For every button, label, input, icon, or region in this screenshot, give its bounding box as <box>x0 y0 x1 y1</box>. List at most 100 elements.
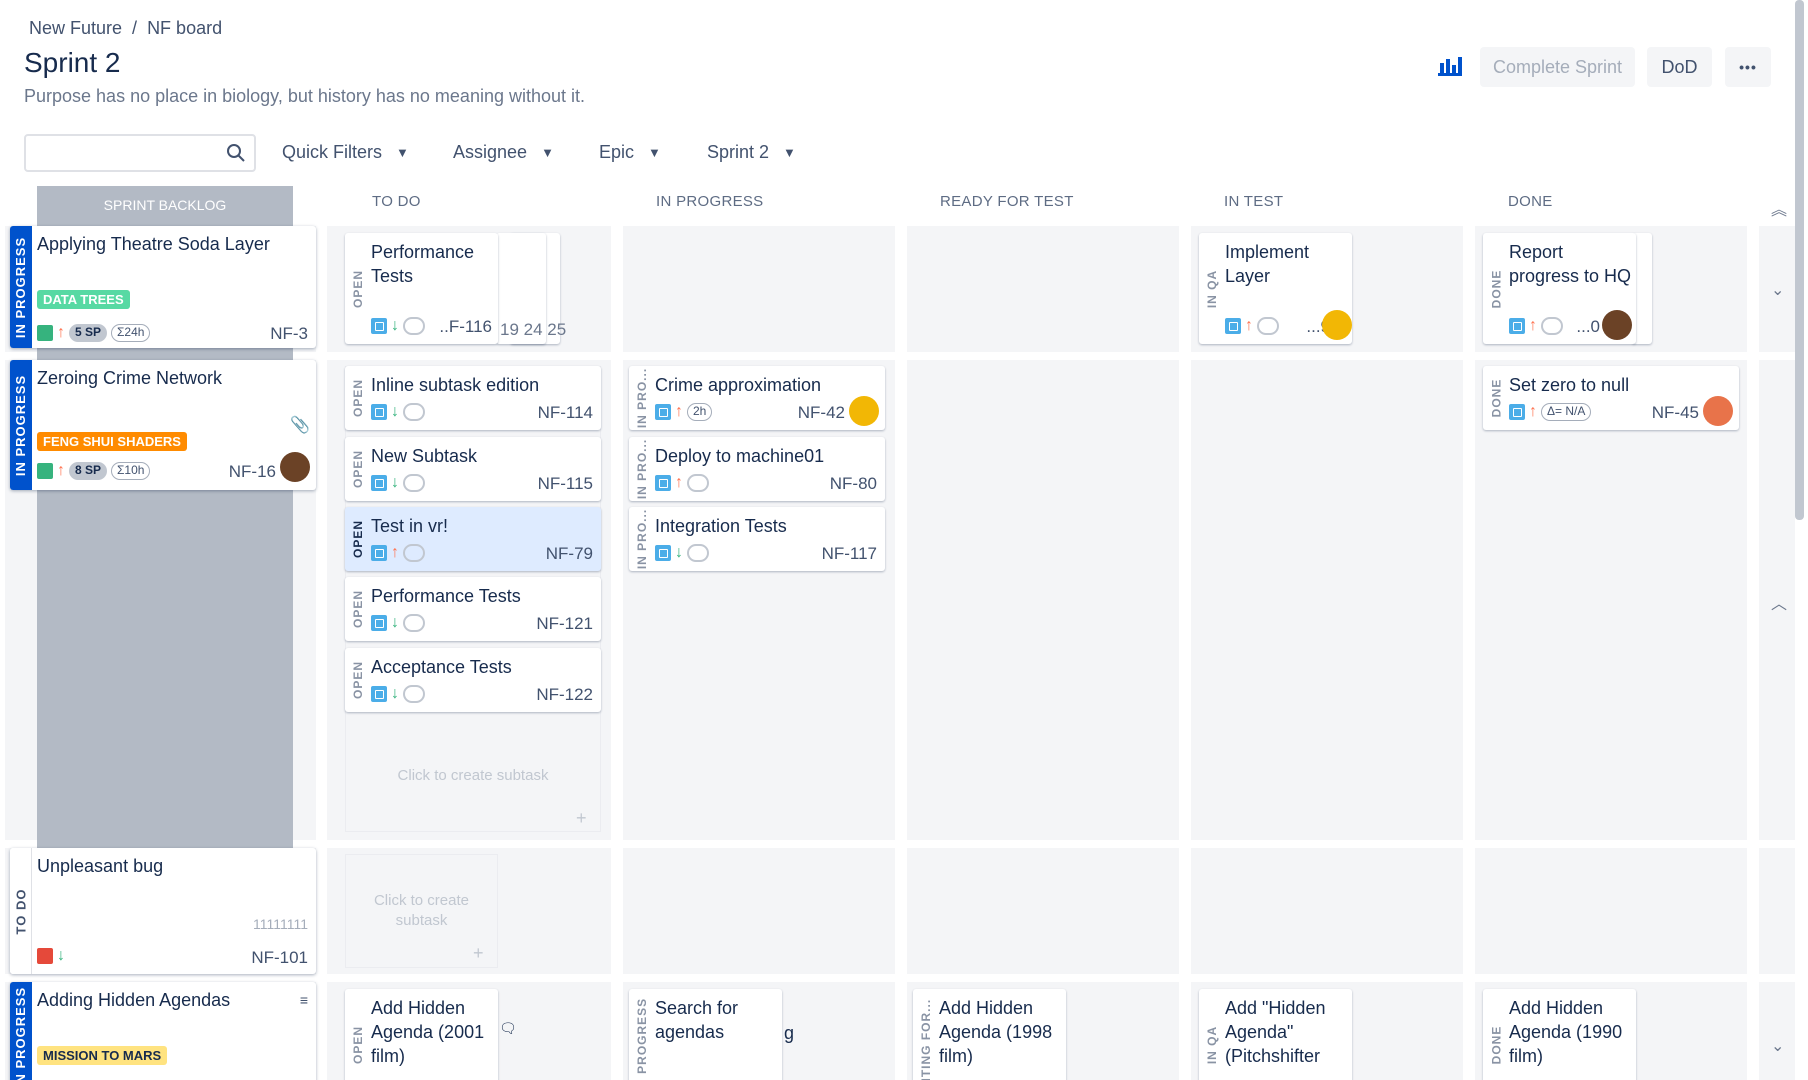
issue-key[interactable]: NF-16 <box>229 462 276 482</box>
column-header-sprint-backlog: SPRINT BACKLOG <box>37 186 293 224</box>
issue-key[interactable]: NF-45 <box>1652 403 1699 423</box>
parent-title: Unpleasant bug <box>37 856 164 876</box>
add-subtask-button[interactable]: + <box>576 808 587 829</box>
issue-key[interactable]: NF-114 <box>538 403 593 423</box>
page-title: Sprint 2 <box>24 47 121 78</box>
card-icons: ↓ <box>371 614 425 632</box>
dod-button[interactable]: DoD <box>1647 47 1712 87</box>
chevron-down-icon[interactable]: ⌄ <box>1771 280 1784 300</box>
epic-badge: MISSION TO MARS <box>37 1046 168 1065</box>
issue-key[interactable]: NF-117 <box>822 544 877 564</box>
subtask-card-nf-115[interactable]: OPEN New Subtask ↓ NF-115 <box>345 437 601 501</box>
subtask-card-1998-film[interactable]: AITING FOR... Add Hidden Agenda (1998 fi… <box>913 989 1066 1080</box>
custom-field-value: 11111111 <box>252 916 308 932</box>
parent-card-hidden-agendas[interactable]: IN PROGRESS Adding Hidden Agendas ≡ MISS… <box>10 982 316 1080</box>
issue-key[interactable]: NF-121 <box>536 614 593 634</box>
column-gap <box>1179 226 1191 1080</box>
issue-key[interactable]: ..F-116 <box>439 317 492 337</box>
chevron-up-icon[interactable]: ︿ <box>1771 590 1787 614</box>
complete-sprint-button[interactable]: Complete Sprint <box>1480 47 1635 87</box>
issue-key[interactable]: ...0 <box>1576 317 1600 337</box>
quick-filters-label: Quick Filters <box>282 142 383 162</box>
column-gap <box>611 226 623 1080</box>
status-label: OPEN <box>351 1025 366 1064</box>
time-circle-icon <box>403 317 425 335</box>
more-button[interactable]: ••• <box>1725 47 1771 87</box>
subtask-icon <box>371 475 387 491</box>
status-label: OPEN <box>351 589 366 629</box>
issue-key[interactable]: NF-115 <box>538 474 593 494</box>
create-subtask-hint: Click to create subtask <box>373 892 470 929</box>
status-label: OPEN <box>351 378 366 418</box>
status-label: AITING FOR... <box>919 998 933 1080</box>
status-label: IN PRO... <box>635 367 649 429</box>
story-points-badge: 8 SP <box>69 462 108 480</box>
subtask-card-nf-116[interactable]: OPEN Performance Tests ↓ ..F-116 <box>345 233 498 344</box>
parent-card-nf-16[interactable]: IN PROGRESS Zeroing Crime Network 📎 FENG… <box>10 360 316 490</box>
card-title: Add Hidden Agenda (2001 film) <box>371 998 485 1066</box>
issue-key[interactable]: NF-101 <box>251 948 308 968</box>
issue-key[interactable]: NF-42 <box>798 403 845 423</box>
issue-key[interactable]: NF-80 <box>830 474 877 494</box>
subtask-icon <box>655 404 671 420</box>
create-subtask-area[interactable]: Click to create subtask + <box>345 854 498 968</box>
issue-key[interactable]: NF-122 <box>536 685 593 705</box>
add-subtask-button[interactable]: + <box>473 943 484 964</box>
story-points-badge: 5 SP <box>69 324 108 342</box>
quick-filters-dropdown[interactable]: Quick Filters ▼ <box>282 142 409 163</box>
bug-icon <box>37 948 53 964</box>
sprint-dropdown[interactable]: Sprint 2 ▼ <box>707 142 796 163</box>
chevron-down-icon[interactable]: ⌄ <box>1771 1036 1784 1056</box>
subtask-card-nf-114[interactable]: OPEN Inline subtask edition ↓ NF-114 <box>345 366 601 430</box>
parent-title: Zeroing Crime Network <box>37 368 223 388</box>
epic-label: Epic <box>599 142 635 162</box>
attachment-icon: 📎 <box>290 417 310 434</box>
subtask-card-done[interactable]: DONE Report progress to HQ ↑ ...0 <box>1483 233 1636 344</box>
parent-card-nf-3[interactable]: IN PROGRESS Applying Theatre Soda Layer … <box>10 226 316 348</box>
priority-high-icon: ↑ <box>57 324 65 341</box>
subtask-card-nf-42[interactable]: IN PRO... Crime approximation ↑ 2h NF-42 <box>629 366 885 430</box>
subtask-card-nf-79[interactable]: OPEN Test in vr! ↑ NF-79 <box>345 507 601 571</box>
subtask-card-nf-45[interactable]: DONE Set zero to null ↑ Δ= N/A NF-45 <box>1483 366 1739 430</box>
reports-chart-icon[interactable] <box>1437 55 1463 77</box>
subtask-card-2001-film[interactable]: OPEN Add Hidden Agenda (2001 film) <box>345 989 498 1080</box>
subtask-card-1990-film[interactable]: DONE Add Hidden Agenda (1990 film) <box>1483 989 1636 1080</box>
vertical-scrollbar[interactable] <box>1795 0 1804 520</box>
status-label: OPEN <box>351 269 366 308</box>
subtask-card-search-agendas[interactable]: IN PROGRESS Search for agendas <box>629 989 782 1080</box>
priority-high-icon: ↑ <box>675 474 683 491</box>
epic-badge: DATA TREES <box>37 290 130 309</box>
subtask-icon <box>371 615 387 631</box>
status-label: DONE <box>1489 269 1504 308</box>
breadcrumb-project[interactable]: New Future <box>29 18 122 38</box>
column-header-in-progress: IN PROGRESS <box>656 193 764 210</box>
subtask-card-nf-121[interactable]: OPEN Performance Tests ↓ NF-121 <box>345 577 601 641</box>
collapse-all-icon[interactable]: ︽ <box>1771 196 1787 220</box>
estimate-badge: Σ10h <box>111 462 151 480</box>
subtask-icon <box>655 475 671 491</box>
column-gap <box>895 226 907 1080</box>
create-subtask-hint[interactable]: Click to create subtask <box>345 767 601 784</box>
card-icons: ↑ <box>371 544 425 562</box>
epic-dropdown[interactable]: Epic ▼ <box>599 142 661 163</box>
parent-card-nf-101[interactable]: TO DO Unpleasant bug 11111111 ↓ NF-101 <box>10 848 316 974</box>
subtask-card-nf-80[interactable]: IN PRO... Deploy to machine01 ↑ NF-80 <box>629 437 885 501</box>
column-header-ready-for-test: READY FOR TEST <box>940 193 1074 210</box>
priority-low-icon: ↓ <box>391 317 399 334</box>
subtask-card-nf-117[interactable]: IN PRO... Integration Tests ↓ NF-117 <box>629 507 885 571</box>
status-label: DONE <box>1489 378 1504 418</box>
breadcrumb-board[interactable]: NF board <box>147 18 222 38</box>
issue-key[interactable]: NF-3 <box>270 324 308 344</box>
priority-low-icon: ↓ <box>57 947 65 964</box>
subtask-card-in-test[interactable]: IN QA Implement Layer ↑ ...9 <box>1199 233 1352 344</box>
epic-badge: FENG SHUI SHADERS <box>37 432 187 451</box>
card-title: Report progress to HQ <box>1509 242 1632 286</box>
stack-keys: 19 24 25 <box>500 320 567 339</box>
subtask-card-pitchshifter[interactable]: IN QA Add "Hidden Agenda" (Pitchshifter <box>1199 989 1352 1080</box>
search-input[interactable] <box>24 134 256 172</box>
card-title: Set zero to null <box>1509 375 1630 395</box>
subtask-card-nf-122[interactable]: OPEN Acceptance Tests ↓ NF-122 <box>345 648 601 712</box>
issue-key[interactable]: NF-79 <box>546 544 593 564</box>
parent-meta: ↑ 5 SP Σ24h <box>37 324 151 342</box>
assignee-dropdown[interactable]: Assignee ▼ <box>453 142 554 163</box>
